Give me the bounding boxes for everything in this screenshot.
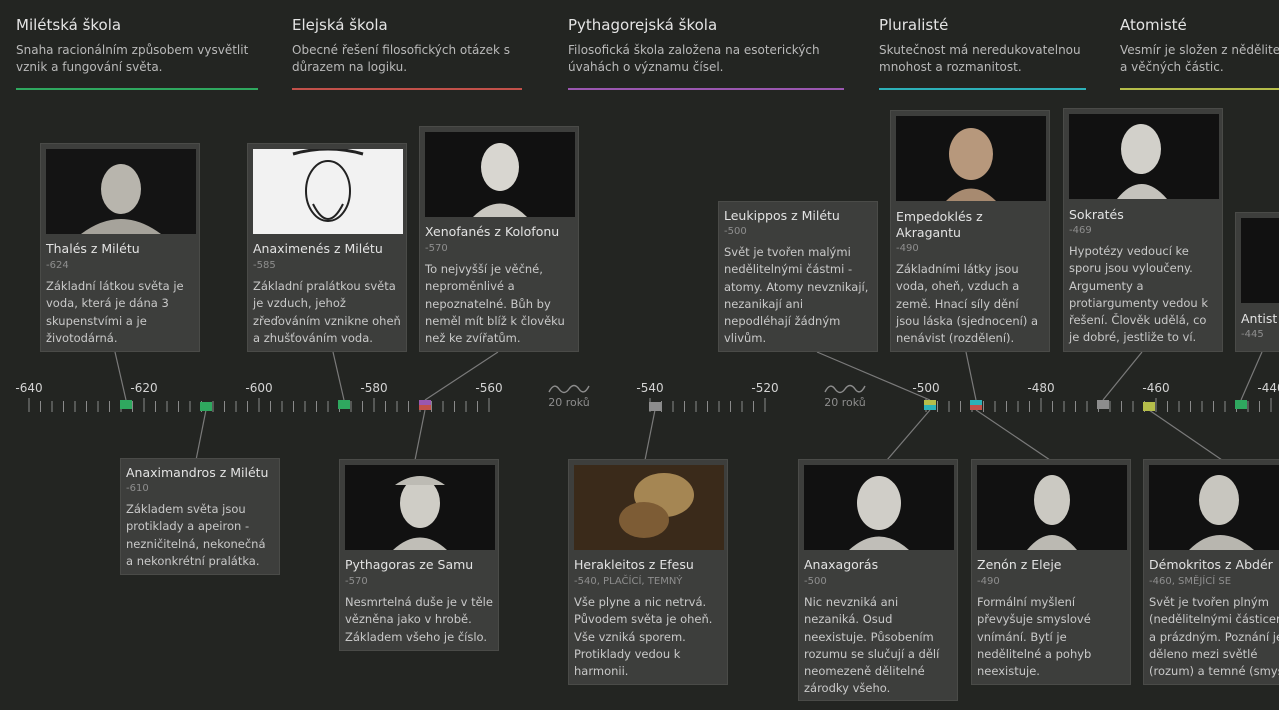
philosopher-description: Základem světa jsou protiklady a apeiron…: [126, 502, 266, 568]
axis-label: -580: [360, 381, 388, 395]
philosopher-name: Zenón z Eleje: [977, 557, 1062, 572]
philosopher-description: Nic nevzniká ani nezaniká. Osud neexistu…: [804, 595, 940, 696]
philosopher-name: Sokratés: [1069, 207, 1124, 222]
philosopher-year: -570: [425, 243, 448, 254]
philosopher-year: -460, SMĚJÍCÍ SE: [1149, 576, 1232, 587]
philosopher-name: Herakleitos z Efesu: [574, 557, 694, 572]
axis-markers: [120, 400, 1247, 411]
marker-zenon: [970, 405, 982, 410]
portrait-bust-icon: [345, 465, 495, 550]
philosopher-year: -500: [724, 226, 747, 237]
axis-label: -540: [636, 381, 664, 395]
philosopher-name: Démokritos z Abdér: [1149, 557, 1273, 572]
marker-sokrates: [1097, 400, 1109, 409]
philosopher-name: Anaximenés z Milétu: [253, 241, 383, 256]
philosopher-description: Formální myšlení převyšuje smyslové vním…: [977, 595, 1092, 679]
portrait-bust-icon: [977, 465, 1127, 550]
philosopher-description: Svět je tvořen plným (nedělitelnými část…: [1149, 595, 1279, 679]
marker-anaximenes: [338, 400, 350, 409]
philosopher-name: Antist: [1241, 311, 1278, 326]
philosopher-card-herakleitos[interactable]: Herakleitos z Efesu -540, PLAČÍCÍ, TEMNÝ…: [568, 459, 728, 685]
philosopher-description: To nejvyšší je věčné, neproměnlivé a nep…: [425, 262, 565, 346]
axis-label: -480: [1027, 381, 1055, 395]
time-gap-marker: 20 roků: [821, 382, 869, 409]
philosopher-card-thales[interactable]: Thalés z Milétu -624 Základní látkou svě…: [40, 143, 200, 352]
philosopher-card-xenofanes[interactable]: Xenofanés z Kolofonu -570 To nejvyšší je…: [419, 126, 579, 352]
marker-xenofanes: [419, 405, 431, 410]
gap-label: 20 roků: [824, 396, 866, 409]
axis-label: -440: [1257, 381, 1279, 395]
philosopher-year: -570: [345, 576, 368, 587]
philosopher-year: -490: [896, 243, 919, 254]
philosopher-card-anaximandros[interactable]: Anaximandros z Milétu -610 Základem svět…: [120, 458, 280, 575]
philosopher-card-antisthenes[interactable]: Antist -445: [1235, 212, 1279, 352]
portrait-bust-icon: [46, 149, 196, 234]
philosopher-description: Vše plyne a nic netrvá. Původem světa je…: [574, 595, 713, 679]
philosopher-name: Pythagoras ze Samu: [345, 557, 474, 572]
philosopher-card-empedokles[interactable]: Empedoklés z Akragantu -490 Základními l…: [890, 110, 1050, 352]
wave-icon: [548, 384, 590, 394]
philosopher-year: -624: [46, 260, 69, 271]
marker-anaximandros: [200, 402, 212, 411]
philosopher-year: -540, PLAČÍCÍ, TEMNÝ: [574, 576, 683, 587]
axis-label: -520: [751, 381, 779, 395]
portrait-bust-icon: [896, 116, 1046, 201]
philosopher-year: -610: [126, 483, 149, 494]
philosopher-name: Xenofanés z Kolofonu: [425, 224, 560, 239]
axis-label: -560: [475, 381, 503, 395]
philosopher-name: Leukippos z Milétu: [724, 208, 840, 223]
philosopher-year: -445: [1241, 329, 1264, 340]
philosopher-description: Základní pralátkou světa je vzduch, jeho…: [253, 279, 401, 345]
axis-label: -500: [912, 381, 940, 395]
philosopher-description: Základními látky jsou voda, oheň, vzduch…: [896, 262, 1039, 346]
portrait-bust-icon: [425, 132, 575, 217]
philosopher-name: Anaxagorás: [804, 557, 879, 572]
portrait-engraving-icon: [253, 149, 403, 234]
philosopher-name: Anaximandros z Milétu: [126, 465, 269, 480]
axis-label: -640: [15, 381, 43, 395]
philosopher-card-demokritos[interactable]: Démokritos z Abdér -460, SMĚJÍCÍ SE Svět…: [1143, 459, 1279, 685]
philosopher-card-sokrates[interactable]: Sokratés -469 Hypotézy vedoucí ke sporu …: [1063, 108, 1223, 352]
philosopher-card-zenon[interactable]: Zenón z Eleje -490 Formální myšlení přev…: [971, 459, 1131, 685]
philosopher-card-anaxagoras[interactable]: Anaxagorás -500 Nic nevzniká ani nezanik…: [798, 459, 958, 701]
portrait-bust-icon: [804, 465, 954, 550]
axis-label: -460: [1142, 381, 1170, 395]
portrait-painting-icon: [574, 465, 724, 550]
marker-pythagoras: [419, 400, 431, 405]
philosopher-description: Svět je tvořen malými nedělitelnými část…: [724, 245, 869, 346]
marker-herakleitos: [649, 402, 661, 411]
marker-demokritos: [1143, 402, 1155, 411]
philosopher-year: -500: [804, 576, 827, 587]
philosopher-name: Thalés z Milétu: [46, 241, 140, 256]
time-gap-marker: 20 roků: [545, 382, 593, 409]
philosopher-card-anaximenes[interactable]: Anaximenés z Milétu -585 Základní pralát…: [247, 143, 407, 352]
philosopher-description: Základní látkou světa je voda, která je …: [46, 279, 184, 345]
philosopher-description: Nesmrtelná duše je v těle vězněna jako v…: [345, 595, 493, 644]
axis-label: -620: [130, 381, 158, 395]
connector-lines: [114, 351, 1263, 461]
philosopher-card-pythagoras[interactable]: Pythagoras ze Samu -570 Nesmrtelná duše …: [339, 459, 499, 651]
philosopher-year: -469: [1069, 225, 1092, 236]
philosopher-card-leukippos[interactable]: Leukippos z Milétu -500 Svět je tvořen m…: [718, 201, 878, 352]
philosopher-year: -585: [253, 260, 276, 271]
wave-icon: [824, 384, 866, 394]
marker-antisthenes: [1235, 400, 1247, 409]
gap-label: 20 roků: [548, 396, 590, 409]
portrait-bust-icon: [1069, 114, 1219, 199]
marker-anaxagoras: [924, 405, 936, 410]
philosopher-name: Empedoklés z Akragantu: [896, 209, 983, 240]
axis-label: -600: [245, 381, 273, 395]
marker-empedokles: [970, 400, 982, 405]
philosopher-year: -490: [977, 576, 1000, 587]
philosopher-description: Hypotézy vedoucí ke sporu jsou vyloučeny…: [1069, 244, 1209, 345]
marker-leukippos: [924, 400, 936, 405]
portrait-bust-icon: [1149, 465, 1279, 550]
portrait-bust-icon: [1241, 218, 1279, 303]
marker-thales: [120, 400, 132, 409]
